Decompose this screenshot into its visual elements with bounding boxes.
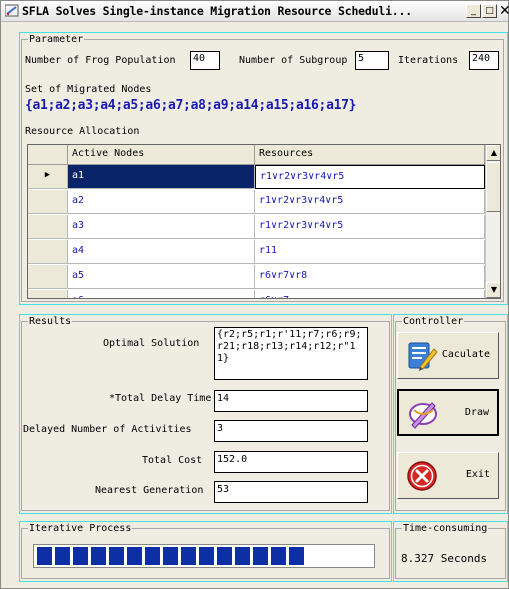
exit-label: Exit [465, 469, 490, 480]
migrated-nodes-label: Set of Migrated Nodes [25, 84, 152, 95]
progress-segment [145, 547, 160, 565]
timing-legend: Time-consuming [403, 523, 488, 534]
time-consuming-value: 8.327 Seconds [401, 552, 488, 565]
cell-resources[interactable]: r1∨r2∨r3∨r4∨r5 [255, 165, 485, 189]
calculate-button[interactable]: Caculate [397, 332, 499, 379]
scroll-thumb[interactable] [486, 162, 500, 212]
cell-resources[interactable]: r6∨r7 [255, 290, 485, 298]
iterations-input[interactable]: 240 [469, 51, 499, 70]
red-x-circle-icon [407, 461, 437, 491]
row-header-cell[interactable] [28, 215, 68, 239]
row-header-cell[interactable] [28, 240, 68, 264]
iterations-label: Iterations [398, 55, 459, 66]
optimal-solution-label: Optimal Solution [103, 338, 200, 349]
scroll-down-button[interactable]: ▼ [486, 282, 500, 298]
parameter-legend: Parameter [29, 34, 84, 45]
cell-active-node[interactable]: a5 [68, 265, 255, 289]
progress-segment [181, 547, 196, 565]
progress-segment [163, 547, 178, 565]
scroll-up-icon: ▲ [490, 148, 498, 157]
minimize-button[interactable]: _ [466, 4, 481, 18]
frog-population-label: Number of Frog Population [25, 55, 176, 66]
table-row[interactable]: a4 r11 [28, 240, 485, 264]
iterative-legend: Iterative Process [29, 523, 132, 534]
notepad-pencil-icon [408, 342, 438, 371]
total-cost-output[interactable]: 152.0 [214, 451, 368, 473]
progress-segment [55, 547, 70, 565]
table-row[interactable]: a2 r1∨r2∨r3∨r4∨r5 [28, 190, 485, 214]
cell-resources[interactable]: r11 [255, 240, 485, 264]
table-row[interactable]: ▶ a1 r1∨r2∨r3∨r4∨r5 [28, 165, 485, 189]
current-row-indicator[interactable]: ▶ [28, 165, 68, 189]
draw-button[interactable]: Draw [397, 389, 499, 436]
cell-resources[interactable]: r1∨r2∨r3∨r4∨r5 [255, 215, 485, 239]
progress-segment [235, 547, 250, 565]
progress-segment [127, 547, 142, 565]
progress-segment [37, 547, 52, 565]
scroll-down-icon: ▼ [490, 285, 498, 294]
main-window: SFLA Solves Single-instance Migration Re… [0, 0, 509, 589]
calculate-label: Caculate [441, 349, 490, 360]
table-row[interactable]: a6r6∨r7 [28, 290, 485, 298]
optimal-solution-output[interactable]: {r2;r5;r1;r'11;r7;r6;r9;r21;r18;r13;r14;… [214, 327, 368, 380]
progress-segment [253, 547, 268, 565]
draw-label: Draw [464, 407, 489, 418]
subgroup-input[interactable]: 5 [355, 51, 389, 70]
maximize-button[interactable]: □ [482, 4, 497, 18]
grid-corner-cell [28, 145, 68, 165]
progress-segment [73, 547, 88, 565]
title-bar[interactable]: SFLA Solves Single-instance Migration Re… [1, 1, 509, 22]
cell-active-node[interactable]: a6 [68, 290, 255, 298]
resource-allocation-grid[interactable]: Active Nodes Resources ▶ a1 r1∨r2∨r3∨r4∨r5… [27, 144, 501, 299]
grid-vertical-scrollbar[interactable]: ▲ ▼ [485, 145, 500, 298]
results-legend: Results [29, 316, 72, 327]
migrated-nodes-value: {a1;a2;a3;a4;a5;a6;a7;a8;a9;a14;a15;a16;… [25, 98, 357, 113]
delayed-activities-output[interactable]: 3 [214, 420, 368, 442]
frog-population-input[interactable]: 40 [190, 51, 220, 70]
close-button[interactable]: ✕ [499, 3, 509, 19]
total-delay-output[interactable]: 14 [214, 390, 368, 412]
column-header-active-nodes[interactable]: Active Nodes [68, 145, 255, 165]
cell-resources[interactable]: r6∨r7∨r8 [255, 265, 485, 289]
controller-legend: Controller [403, 316, 464, 327]
cell-active-node[interactable]: a1 [68, 165, 255, 189]
app-icon [5, 4, 19, 17]
exit-button[interactable]: Exit [397, 452, 499, 499]
row-header-cell[interactable] [28, 190, 68, 214]
row-header-cell[interactable] [28, 290, 68, 298]
row-header-cell[interactable] [28, 265, 68, 289]
progress-segment [217, 547, 232, 565]
window-title: SFLA Solves Single-instance Migration Re… [22, 4, 412, 18]
cell-active-node[interactable]: a3 [68, 215, 255, 239]
resource-allocation-label: Resource Allocation [25, 126, 140, 137]
progress-segment [91, 547, 106, 565]
subgroup-label: Number of Subgroup [239, 55, 348, 66]
drawing-pen-icon [409, 402, 437, 429]
nearest-generation-label: Nearest Generation [95, 485, 204, 496]
column-header-resources[interactable]: Resources [255, 145, 485, 165]
timing-group: Time-consuming [395, 523, 506, 579]
total-cost-label: Total Cost [142, 455, 203, 466]
maximize-icon: □ [485, 6, 494, 16]
scroll-up-button[interactable]: ▲ [486, 145, 500, 161]
progress-segment [199, 547, 214, 565]
progress-segment [289, 547, 304, 565]
progress-segment [271, 547, 286, 565]
delayed-activities-label: Delayed Number of Activities [23, 424, 192, 435]
total-delay-label: *Total Delay Time [109, 393, 212, 404]
table-row[interactable]: a5 r6∨r7∨r8 [28, 265, 485, 289]
table-row[interactable]: a3 r1∨r2∨r3∨r4∨r5 [28, 215, 485, 239]
nearest-generation-output[interactable]: 53 [214, 481, 368, 503]
cell-resources[interactable]: r1∨r2∨r3∨r4∨r5 [255, 190, 485, 214]
iterative-progress-bar [33, 544, 375, 568]
cell-active-node[interactable]: a2 [68, 190, 255, 214]
cell-active-node[interactable]: a4 [68, 240, 255, 264]
minimize-icon: _ [471, 5, 476, 16]
progress-segment [109, 547, 124, 565]
